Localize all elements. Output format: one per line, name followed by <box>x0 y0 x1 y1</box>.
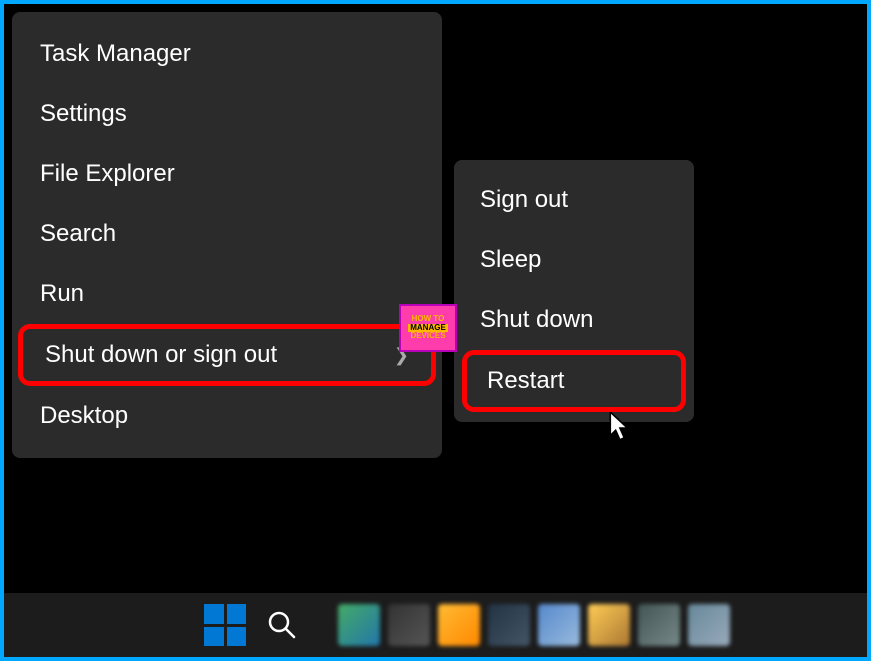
menu-item-label: Desktop <box>40 402 128 430</box>
menu-item-label: Search <box>40 220 116 248</box>
submenu-item-label: Restart <box>487 367 564 394</box>
menu-item-label: File Explorer <box>40 160 175 188</box>
taskbar-app-icon[interactable] <box>488 604 530 646</box>
watermark-logo: HOW TO MANAGE DEVICES <box>399 304 457 352</box>
submenu-item-label: Sleep <box>480 246 541 273</box>
menu-item-search[interactable]: Search <box>12 204 442 264</box>
menu-item-shutdown-signout[interactable]: Shut down or sign out ❯ <box>18 324 436 386</box>
submenu-item-sleep[interactable]: Sleep <box>454 230 694 290</box>
menu-item-task-manager[interactable]: Task Manager <box>12 24 442 84</box>
watermark-line: DEVICES <box>410 332 445 341</box>
taskbar-app-icon[interactable] <box>588 604 630 646</box>
menu-item-settings[interactable]: Settings <box>12 84 442 144</box>
power-submenu: Sign out Sleep Shut down Restart <box>454 160 694 422</box>
mouse-cursor-icon <box>609 412 633 442</box>
taskbar-app-icon[interactable] <box>688 604 730 646</box>
menu-item-file-explorer[interactable]: File Explorer <box>12 144 442 204</box>
menu-item-label: Settings <box>40 100 127 128</box>
submenu-item-sign-out[interactable]: Sign out <box>454 170 694 230</box>
taskbar-app-icon[interactable] <box>638 604 680 646</box>
start-button[interactable] <box>204 604 246 646</box>
taskbar-app-icon[interactable] <box>338 604 380 646</box>
taskbar-app-icon[interactable] <box>388 604 430 646</box>
submenu-item-restart[interactable]: Restart <box>462 350 686 412</box>
menu-item-desktop[interactable]: Desktop <box>12 386 442 446</box>
submenu-item-label: Sign out <box>480 186 568 213</box>
taskbar <box>4 593 867 657</box>
menu-item-label: Run <box>40 280 84 308</box>
menu-item-label: Task Manager <box>40 40 191 68</box>
submenu-item-shut-down[interactable]: Shut down <box>454 290 694 350</box>
search-icon <box>267 610 297 640</box>
menu-item-run[interactable]: Run <box>12 264 442 324</box>
taskbar-app-icon[interactable] <box>538 604 580 646</box>
taskbar-app-icon[interactable] <box>438 604 480 646</box>
taskbar-pinned-apps <box>338 604 730 646</box>
taskbar-search-button[interactable] <box>264 607 300 643</box>
submenu-item-label: Shut down <box>480 306 593 333</box>
menu-item-label: Shut down or sign out <box>45 341 277 369</box>
winx-context-menu: Task Manager Settings File Explorer Sear… <box>12 12 442 458</box>
